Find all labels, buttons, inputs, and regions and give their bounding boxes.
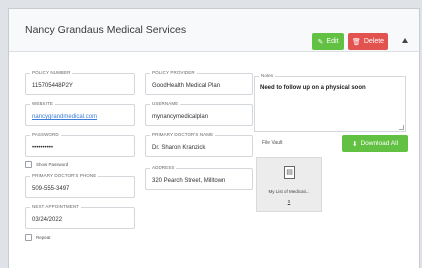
address-label: ADDRESS bbox=[150, 165, 177, 170]
download-all-label: Download All bbox=[360, 140, 399, 147]
website-link[interactable]: nancygrandmedical.com bbox=[32, 114, 97, 120]
password-value: •••••••••• bbox=[32, 145, 54, 151]
password-label: PASSWORD bbox=[30, 132, 61, 137]
notes-label: Notes bbox=[259, 73, 276, 78]
primary-doctor-name-value: Dr. Sharon Kranzick bbox=[152, 145, 206, 151]
file-extra: 0 bbox=[287, 199, 291, 204]
primary-doctor-name-field[interactable]: PRIMARY DOCTOR'S NAME Dr. Sharon Kranzic… bbox=[145, 132, 253, 157]
show-password-label: Show Password bbox=[36, 162, 69, 167]
file-name: My List of Medicati... bbox=[268, 189, 310, 194]
edit-button[interactable]: ✎ Edit bbox=[312, 33, 344, 50]
repeat-box[interactable] bbox=[25, 234, 32, 241]
repeat-checkbox[interactable]: Repeat bbox=[25, 234, 51, 241]
website-label: WEBSITE bbox=[30, 101, 55, 106]
address-field[interactable]: ADDRESS 320 Pearch Street, Milltown bbox=[145, 165, 253, 190]
primary-doctor-name-label: PRIMARY DOCTOR'S NAME bbox=[150, 132, 216, 137]
next-appointment-field[interactable]: NEXT APPOINTMENT 03/24/2022 bbox=[25, 204, 135, 229]
repeat-label: Repeat bbox=[36, 235, 51, 240]
edit-button-label: Edit bbox=[326, 38, 339, 45]
primary-doctor-phone-label: PRIMARY DOCTOR'S PHONE bbox=[30, 173, 99, 178]
password-field[interactable]: PASSWORD •••••••••• bbox=[25, 132, 135, 157]
show-password-checkbox[interactable]: Show Password bbox=[25, 161, 68, 168]
policy-provider-value: GoodHealth Medical Plan bbox=[152, 83, 221, 89]
next-appointment-label: NEXT APPOINTMENT bbox=[30, 204, 82, 209]
trash-icon: 🗑 bbox=[351, 38, 361, 46]
document-icon: ▤ bbox=[284, 166, 295, 179]
policy-provider-field[interactable]: POLICY PROVIDER GoodHealth Medical Plan bbox=[145, 70, 253, 95]
next-appointment-value: 03/24/2022 bbox=[32, 217, 63, 223]
username-label: USERNAME bbox=[150, 101, 181, 106]
notes-textarea[interactable]: Notes Need to follow up on a physical so… bbox=[254, 73, 406, 132]
address-value: 320 Pearch Street, Milltown bbox=[152, 178, 226, 184]
show-password-box[interactable] bbox=[25, 161, 32, 168]
delete-button[interactable]: 🗑 Delete bbox=[348, 33, 388, 50]
delete-button-label: Delete bbox=[363, 38, 385, 45]
pencil-icon: ✎ bbox=[317, 38, 324, 46]
policy-number-field[interactable]: POLICY NUMBER 115705448P2Y bbox=[25, 70, 135, 95]
username-field[interactable]: USERNAME mynancymedicalplan bbox=[145, 101, 253, 126]
card-title: Nancy Grandaus Medical Services bbox=[25, 24, 187, 36]
collapse-caret-icon[interactable] bbox=[402, 38, 408, 43]
resize-handle-icon[interactable] bbox=[399, 125, 404, 130]
notes-text: Need to follow up on a physical soon bbox=[260, 85, 366, 91]
file-vault-label: File Vault bbox=[262, 140, 283, 146]
username-value: mynancymedicalplan bbox=[152, 114, 209, 120]
website-field[interactable]: WEBSITE nancygrandmedical.com bbox=[25, 101, 135, 126]
download-all-button[interactable]: ⬇ Download All bbox=[342, 135, 408, 152]
primary-doctor-phone-value: 509-555-3497 bbox=[32, 186, 70, 192]
policy-provider-label: POLICY PROVIDER bbox=[150, 70, 197, 75]
primary-doctor-phone-field[interactable]: PRIMARY DOCTOR'S PHONE 509-555-3497 bbox=[25, 173, 135, 198]
file-tile[interactable]: ▤ My List of Medicati... 0 bbox=[256, 157, 322, 212]
download-icon: ⬇ bbox=[351, 140, 358, 148]
policy-number-label: POLICY NUMBER bbox=[30, 70, 73, 75]
policy-number-value: 115705448P2Y bbox=[32, 83, 73, 89]
